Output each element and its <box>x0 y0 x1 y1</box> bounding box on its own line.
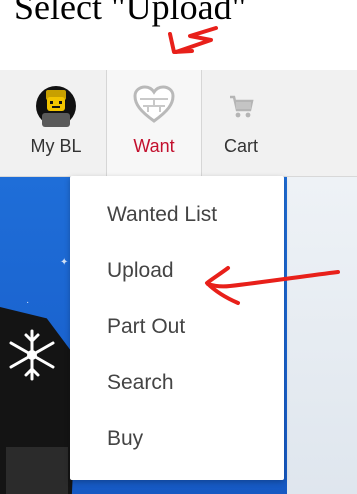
nav-want-label: Want <box>133 136 175 156</box>
cart-icon <box>228 94 254 125</box>
annotation-caption: Select "Upload" <box>14 0 247 27</box>
nav-want[interactable]: Want <box>106 70 202 176</box>
snowflake-icon <box>2 325 62 390</box>
nav-cart-label: Cart <box>223 136 258 156</box>
top-navbar: My BL Want Cart <box>0 70 357 177</box>
banner-right-strip <box>287 177 357 494</box>
menu-item-upload[interactable]: Upload <box>107 259 174 283</box>
menu-item-part-out[interactable]: Part Out <box>107 315 185 339</box>
heart-icon <box>132 84 176 129</box>
sparkle-icon: ✦ <box>60 257 69 268</box>
nav-my-bl[interactable]: My BL <box>14 70 98 176</box>
nav-cart[interactable]: Cart <box>206 70 276 176</box>
dark-shape <box>6 447 68 494</box>
sparkle-icon: · <box>26 297 30 308</box>
menu-item-search[interactable]: Search <box>107 371 174 395</box>
menu-item-buy[interactable]: Buy <box>107 427 143 451</box>
menu-item-wanted-list[interactable]: Wanted List <box>107 203 217 227</box>
arrow-to-want <box>168 26 218 54</box>
nav-my-bl-label: My BL <box>30 136 82 156</box>
want-dropdown-menu: Wanted List Upload Part Out Search Buy <box>70 176 284 480</box>
avatar-icon <box>36 82 76 135</box>
